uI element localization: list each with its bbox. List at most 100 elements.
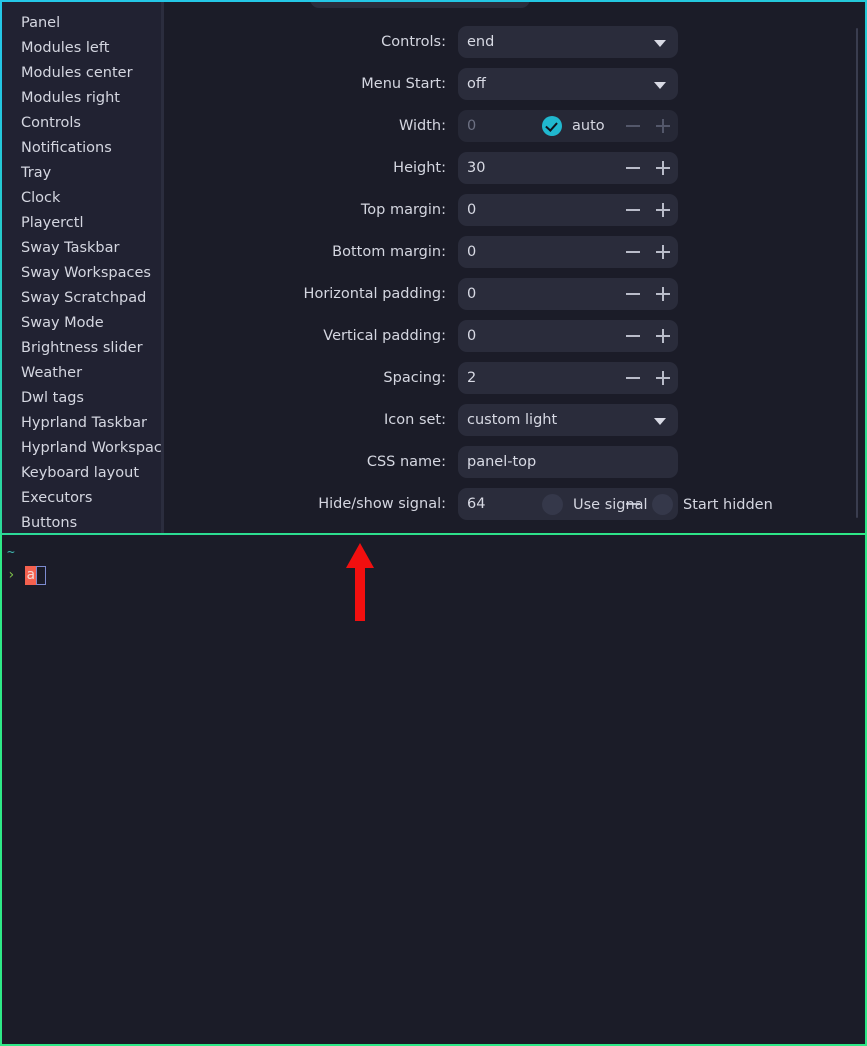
sidebar-item-label: Modules center [21, 65, 133, 81]
terminal-prompt-line: › a [7, 566, 46, 585]
horizontal-padding-increment-icon[interactable] [648, 278, 678, 310]
css-name-input[interactable]: panel-top [458, 446, 678, 478]
sidebar-item-label: Sway Scratchpad [21, 290, 147, 306]
terminal-prompt-sigil: › [7, 567, 16, 583]
start-hidden-label: Start hidden [683, 496, 773, 513]
row-height: Height: 30 [164, 152, 678, 184]
screen: Panel Modules left Modules center Module… [0, 0, 867, 1046]
width-decrement-icon[interactable] [618, 110, 648, 142]
sidebar-item-modules-right[interactable]: Modules right [2, 86, 161, 111]
sidebar-item-sway-workspaces[interactable]: Sway Workspaces [2, 261, 161, 286]
sidebar-item-notifications[interactable]: Notifications [2, 136, 161, 161]
row-menu-start: Menu Start: off [164, 68, 678, 100]
sidebar-item-label: Weather [21, 365, 83, 381]
row-spacing: Spacing: 2 [164, 362, 678, 394]
label-icon-set: Icon set: [384, 412, 446, 428]
row-top-margin: Top margin: 0 [164, 194, 678, 226]
height-decrement-icon[interactable] [618, 152, 648, 184]
vertical-padding-value: 0 [467, 328, 477, 344]
sidebar-item-keyboard-layout[interactable]: Keyboard layout [2, 461, 161, 486]
settings-form-pane: Controls: end Menu Start: off Width: 0 H… [164, 2, 865, 533]
sidebar-item-controls[interactable]: Controls [2, 111, 161, 136]
form-scrollbar[interactable] [856, 28, 858, 518]
height-spinner[interactable]: 30 [458, 152, 678, 184]
sidebar-item-panel[interactable]: Panel [2, 11, 161, 36]
auto-checkbox-label: auto [572, 118, 605, 134]
terminal[interactable]: ~ › a [0, 535, 867, 1046]
spacing-spinner[interactable]: 2 [458, 362, 678, 394]
width-increment-icon[interactable] [648, 110, 678, 142]
bottom-margin-value: 0 [467, 244, 477, 260]
sidebar-item-label: Buttons [21, 515, 78, 531]
bottom-margin-decrement-icon[interactable] [618, 236, 648, 268]
terminal-cwd: ~ [7, 545, 15, 560]
auto-checkbox[interactable]: auto [542, 116, 605, 136]
vertical-padding-decrement-icon[interactable] [618, 320, 648, 352]
top-margin-increment-icon[interactable] [648, 194, 678, 226]
top-margin-spinner[interactable]: 0 [458, 194, 678, 226]
spacing-increment-icon[interactable] [648, 362, 678, 394]
sidebar-item-label: Modules right [21, 90, 120, 106]
sidebar-item-label: Sway Mode [21, 315, 104, 331]
bottom-margin-increment-icon[interactable] [648, 236, 678, 268]
sidebar-item-label: Hyprland Workspaces [21, 440, 161, 456]
sidebar-item-clock[interactable]: Clock [2, 186, 161, 211]
sidebar-item-hyprland-taskbar[interactable]: Hyprland Taskbar [2, 411, 161, 436]
height-value: 30 [467, 160, 486, 176]
sidebar-item-label: Hyprland Taskbar [21, 415, 147, 431]
sidebar-item-hyprland-workspaces[interactable]: Hyprland Workspaces [2, 436, 161, 461]
sidebar-item-label: Notifications [21, 140, 112, 156]
sidebar-item-label: Keyboard layout [21, 465, 140, 481]
horizontal-padding-spinner[interactable]: 0 [458, 278, 678, 310]
terminal-typed-text: a [25, 566, 36, 585]
settings-window: Panel Modules left Modules center Module… [0, 0, 867, 535]
spacing-decrement-icon[interactable] [618, 362, 648, 394]
radio-circle-icon [652, 494, 673, 515]
row-bottom-margin: Bottom margin: 0 [164, 236, 678, 268]
top-margin-value: 0 [467, 202, 477, 218]
row-controls: Controls: end [164, 26, 678, 58]
label-vertical-padding: Vertical padding: [323, 328, 446, 344]
spacing-value: 2 [467, 370, 477, 386]
label-hide-show-signal: Hide/show signal: [318, 496, 446, 512]
bottom-margin-spinner[interactable]: 0 [458, 236, 678, 268]
row-css-name: CSS name: panel-top [164, 446, 678, 478]
sidebar-item-modules-center[interactable]: Modules center [2, 61, 161, 86]
sidebar-item-sway-taskbar[interactable]: Sway Taskbar [2, 236, 161, 261]
menu-start-value: off [467, 76, 486, 92]
sidebar-item-label: Executors [21, 490, 93, 506]
sidebar-item-sway-mode[interactable]: Sway Mode [2, 311, 161, 336]
top-margin-decrement-icon[interactable] [618, 194, 648, 226]
sidebar-item-modules-left[interactable]: Modules left [2, 36, 161, 61]
sidebar-item-playerctl[interactable]: Playerctl [2, 211, 161, 236]
sidebar-item-buttons[interactable]: Buttons [2, 511, 161, 533]
sidebar-item-tray[interactable]: Tray [2, 161, 161, 186]
use-signal-checkbox[interactable]: Use signal [542, 494, 648, 515]
sidebar-item-brightness-slider[interactable]: Brightness slider [2, 336, 161, 361]
start-hidden-checkbox[interactable]: Start hidden [652, 494, 773, 515]
chevron-down-icon [654, 40, 666, 47]
chevron-down-icon [654, 82, 666, 89]
settings-window-body: Panel Modules left Modules center Module… [2, 2, 865, 533]
label-width: Width: [398, 118, 446, 134]
vertical-padding-spinner[interactable]: 0 [458, 320, 678, 352]
icon-set-dropdown[interactable]: custom light [458, 404, 678, 436]
height-increment-icon[interactable] [648, 152, 678, 184]
row-vertical-padding: Vertical padding: 0 [164, 320, 678, 352]
radio-circle-icon [542, 494, 563, 515]
controls-dropdown[interactable]: end [458, 26, 678, 58]
sidebar-item-sway-scratchpad[interactable]: Sway Scratchpad [2, 286, 161, 311]
sidebar-item-label: Modules left [21, 40, 110, 56]
label-top-margin: Top margin: [360, 202, 446, 218]
menu-start-dropdown[interactable]: off [458, 68, 678, 100]
sidebar-item-dwl-tags[interactable]: Dwl tags [2, 386, 161, 411]
sidebar-item-label: Dwl tags [21, 390, 84, 406]
label-css-name: CSS name: [366, 454, 446, 470]
label-horizontal-padding: Horizontal padding: [303, 286, 446, 302]
sidebar-item-label: Sway Workspaces [21, 265, 151, 281]
sidebar-item-weather[interactable]: Weather [2, 361, 161, 386]
horizontal-padding-decrement-icon[interactable] [618, 278, 648, 310]
sidebar-item-executors[interactable]: Executors [2, 486, 161, 511]
sidebar[interactable]: Panel Modules left Modules center Module… [2, 2, 161, 533]
vertical-padding-increment-icon[interactable] [648, 320, 678, 352]
